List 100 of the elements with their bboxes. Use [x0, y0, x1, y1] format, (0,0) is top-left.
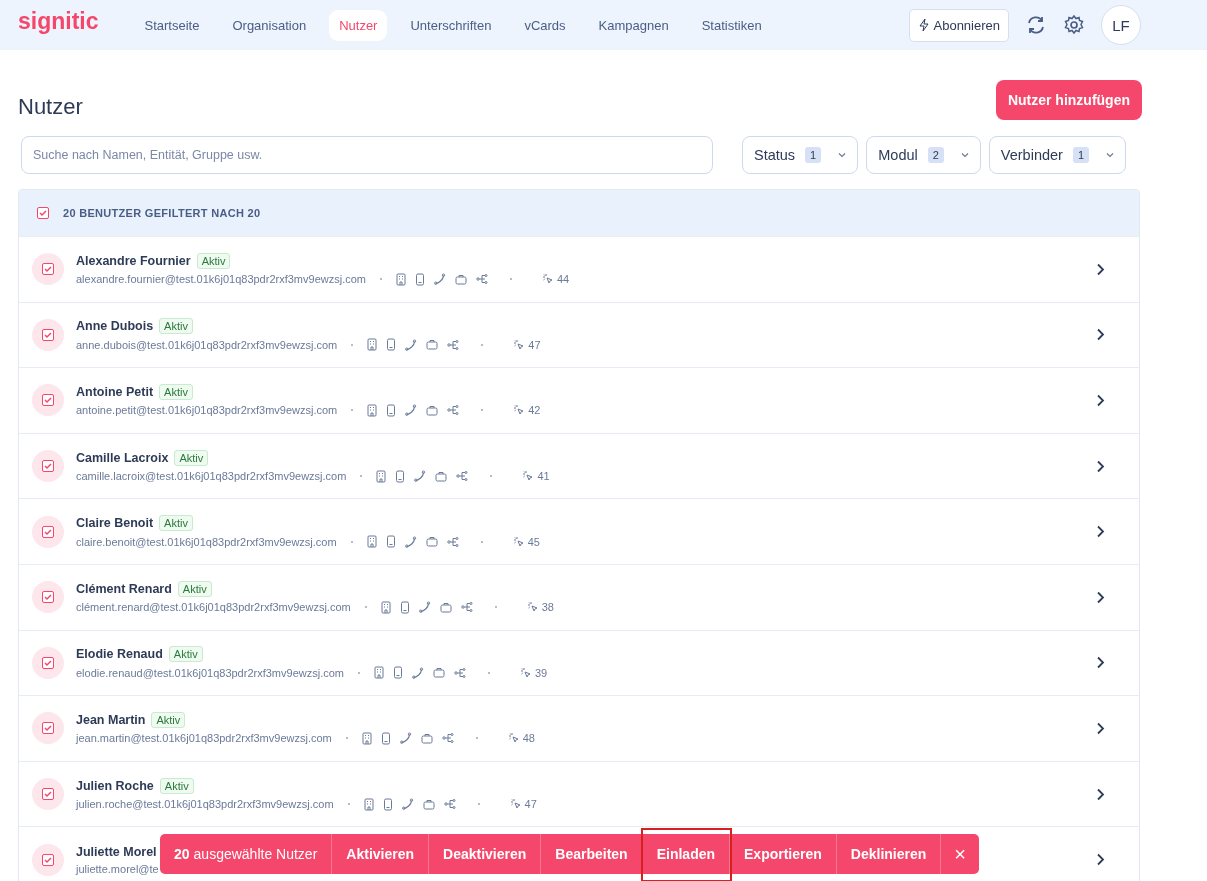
- user-avatar[interactable]: LF: [1101, 5, 1141, 45]
- checkmark-icon: [43, 723, 53, 734]
- user-email: clément.renard@test.01k6j01q83pdr2rxf3mv9ewzsj.com: [76, 601, 351, 614]
- checkmark-icon: [38, 208, 48, 218]
- checkmark-icon: [43, 395, 53, 406]
- close-button[interactable]: ×: [941, 834, 979, 874]
- subscribe-button[interactable]: Abonnieren: [908, 8, 1009, 42]
- briefcase-icon: [426, 339, 439, 351]
- phone-icon: [405, 338, 418, 351]
- bulk-action-button[interactable]: Exportieren: [730, 834, 837, 874]
- building-icon: [366, 535, 377, 549]
- building-icon: [396, 272, 406, 286]
- nav-tab[interactable]: Kampagnen: [588, 9, 679, 41]
- row-checkbox[interactable]: [42, 591, 54, 604]
- chevron-right-icon[interactable]: [1096, 590, 1105, 604]
- phone-icon: [401, 798, 414, 811]
- mobile-phone-icon: [382, 797, 393, 811]
- status-badge: Aktiv: [177, 580, 212, 597]
- building-icon: [367, 338, 378, 352]
- nav-tab[interactable]: Unterschriften: [400, 9, 502, 41]
- bulk-action-button[interactable]: Deaktivieren: [429, 834, 542, 874]
- status-badge: Aktiv: [196, 252, 231, 269]
- settings-icon[interactable]: [1063, 14, 1085, 36]
- select-all-checkbox[interactable]: [37, 207, 49, 219]
- refresh-icon[interactable]: [1025, 14, 1047, 36]
- chevron-right-icon[interactable]: [1096, 459, 1105, 473]
- checkmark-icon: [43, 657, 53, 668]
- phone-icon: [404, 535, 417, 548]
- checkmark-icon: [43, 592, 53, 603]
- user-name: Juliette Morel: [76, 844, 157, 859]
- checkmark-icon: [43, 526, 53, 537]
- bulk-action-button[interactable]: Bearbeiten: [541, 834, 643, 874]
- hierarchy-icon: [443, 798, 456, 811]
- user-email: anne.dubois@test.01k6j01q83pdr2rxf3mv9ewzsj.com: [76, 338, 338, 351]
- user-name: Clément Renard: [76, 581, 172, 596]
- click-cursor-icon: [526, 601, 539, 614]
- phone-icon: [405, 404, 418, 417]
- nav-tab[interactable]: Statistiken: [691, 9, 772, 41]
- mobile-phone-icon: [393, 666, 403, 680]
- building-icon: [380, 600, 391, 614]
- building-icon: [361, 731, 372, 745]
- filter-dropdown[interactable]: Modul 2: [866, 136, 981, 174]
- row-checkbox[interactable]: [42, 722, 54, 735]
- click-count: 47: [528, 338, 541, 351]
- row-checkbox[interactable]: [42, 263, 54, 276]
- hierarchy-icon: [476, 273, 488, 286]
- phone-icon: [434, 273, 446, 286]
- user-name: Claire Benoit: [76, 516, 154, 531]
- hierarchy-icon: [456, 470, 469, 483]
- mobile-phone-icon: [395, 469, 406, 483]
- bulk-action-button[interactable]: Deklinieren: [836, 834, 942, 874]
- click-count: 47: [524, 798, 537, 811]
- nav-tab[interactable]: Nutzer: [329, 9, 388, 41]
- chevron-right-icon[interactable]: [1096, 525, 1105, 539]
- chevron-down-icon: [837, 150, 848, 160]
- search-field[interactable]: Suche nach Namen, Entität, Gruppe usw.: [21, 136, 713, 174]
- user-email: jean.martin@test.01k6j01q83pdr2rxf3mv9ewzsj.com: [76, 732, 332, 745]
- filter-count: 1: [1072, 147, 1090, 163]
- hierarchy-icon: [460, 601, 473, 614]
- status-badge: Aktiv: [159, 515, 193, 532]
- user-email: claire.benoit@test.01k6j01q83pdr2rxf3mv9ewzsj.com: [76, 535, 337, 548]
- click-cursor-icon: [509, 798, 522, 811]
- nav-tab[interactable]: vCards: [514, 9, 576, 41]
- click-cursor-icon: [520, 666, 532, 679]
- chevron-right-icon[interactable]: [1096, 656, 1105, 670]
- row-checkbox[interactable]: [42, 460, 54, 473]
- chevron-right-icon[interactable]: [1096, 262, 1105, 276]
- building-icon: [376, 469, 387, 483]
- bulk-action-button[interactable]: Einladen: [642, 834, 731, 874]
- row-checkbox[interactable]: [42, 853, 54, 866]
- row-checkbox[interactable]: [42, 394, 54, 407]
- logo[interactable]: signitic: [18, 7, 99, 35]
- click-count: 38: [541, 601, 554, 614]
- bulk-action-button[interactable]: Aktivieren: [332, 834, 430, 874]
- hierarchy-icon: [441, 732, 454, 745]
- chevron-right-icon[interactable]: [1096, 721, 1105, 735]
- chevron-right-icon[interactable]: [1096, 787, 1105, 801]
- mobile-phone-icon: [386, 338, 397, 352]
- row-checkbox[interactable]: [42, 788, 54, 801]
- click-count: 45: [527, 535, 540, 548]
- selection-count: 20 ausgewählte Nutzer: [160, 834, 333, 874]
- hierarchy-icon: [447, 404, 460, 417]
- filter-dropdown[interactable]: Status 1: [742, 136, 859, 174]
- row-checkbox[interactable]: [42, 656, 54, 669]
- add-user-button[interactable]: Nutzer hinzufügen: [995, 80, 1142, 120]
- chevron-down-icon: [1105, 150, 1116, 160]
- nav-tab[interactable]: Organisation: [222, 9, 317, 41]
- building-icon: [374, 666, 384, 680]
- click-cursor-icon: [542, 273, 554, 286]
- chevron-right-icon[interactable]: [1096, 328, 1105, 342]
- click-cursor-icon: [513, 338, 526, 351]
- user-email: antoine.petit@test.01k6j01q83pdr2rxf3mv9ewzsj.com: [76, 404, 338, 417]
- row-checkbox[interactable]: [42, 525, 54, 538]
- chevron-right-icon[interactable]: [1096, 853, 1105, 867]
- nav-tab[interactable]: Startseite: [134, 9, 210, 41]
- filter-dropdown[interactable]: Verbinder 1: [988, 136, 1127, 174]
- page-title: Nutzer: [18, 93, 83, 120]
- row-checkbox[interactable]: [42, 328, 54, 341]
- chevron-right-icon[interactable]: [1096, 394, 1105, 407]
- checkmark-icon: [43, 264, 53, 275]
